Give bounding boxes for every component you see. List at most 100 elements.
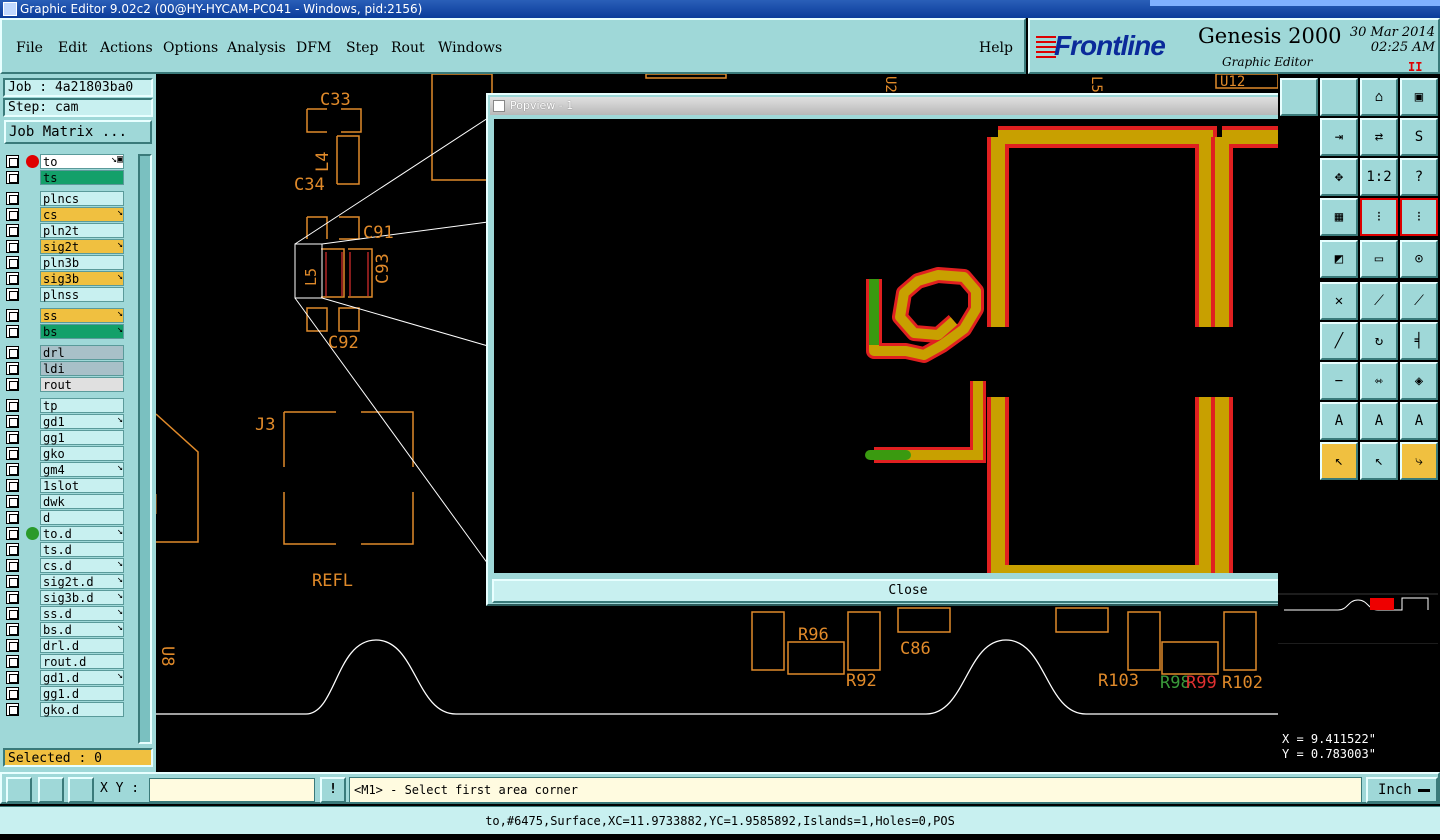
- layer-checkbox[interactable]: [6, 511, 19, 524]
- layer-checkbox[interactable]: [6, 463, 19, 476]
- popview-window[interactable]: Popview - 1 ✕ C: [486, 93, 1329, 606]
- popview-canvas[interactable]: [494, 119, 1290, 573]
- layer-row[interactable]: pln3b: [4, 255, 126, 270]
- layer-checkbox[interactable]: [6, 607, 19, 620]
- layer-row[interactable]: gd1 ↘: [4, 414, 126, 429]
- layer-checkbox[interactable]: [6, 623, 19, 636]
- menu-dfm[interactable]: DFM: [296, 40, 331, 56]
- menu-analysis[interactable]: Analysis: [227, 40, 286, 56]
- shapes-icon[interactable]: ◈: [1400, 362, 1438, 400]
- layer-row[interactable]: plncs: [4, 191, 126, 206]
- layer-name[interactable]: drl: [40, 345, 124, 360]
- layer-checkbox[interactable]: [6, 639, 19, 652]
- layer-checkbox[interactable]: [6, 378, 19, 391]
- layer-row[interactable]: sig2t ↘: [4, 239, 126, 254]
- layer-row[interactable]: dwk: [4, 494, 126, 509]
- overview-map[interactable]: [1278, 554, 1440, 644]
- menu-help[interactable]: Help: [979, 40, 1013, 56]
- layer-name[interactable]: gd1: [40, 414, 124, 429]
- layer-name[interactable]: dwk: [40, 494, 124, 509]
- snap-grid-icon[interactable]: [68, 777, 94, 803]
- layer-checkbox[interactable]: [6, 687, 19, 700]
- rotate-icon[interactable]: ↻: [1360, 322, 1398, 360]
- layer-name[interactable]: rout.d: [40, 654, 124, 669]
- layer-checkbox[interactable]: [6, 171, 19, 184]
- layer-row[interactable]: pln2t: [4, 223, 126, 238]
- layer-name[interactable]: pln2t: [40, 223, 124, 238]
- layer-name[interactable]: gko.d: [40, 702, 124, 717]
- layer-checkbox[interactable]: [6, 575, 19, 588]
- grid-icon[interactable]: ▦: [1320, 198, 1358, 236]
- layer-row[interactable]: rout.d: [4, 654, 126, 669]
- layer-checkbox[interactable]: [6, 288, 19, 301]
- layer-name[interactable]: gg1.d: [40, 686, 124, 701]
- layer-name[interactable]: pln3b: [40, 255, 124, 270]
- layer-row[interactable]: d: [4, 510, 126, 525]
- layer-name[interactable]: ts.d: [40, 542, 124, 557]
- layer-row[interactable]: drl: [4, 345, 126, 360]
- layer-name[interactable]: ldi: [40, 361, 124, 376]
- tool-layer-icon[interactable]: [1280, 78, 1318, 116]
- layer-checkbox[interactable]: [6, 415, 19, 428]
- layer-checkbox[interactable]: [6, 208, 19, 221]
- zoom-ratio-button[interactable]: 1:2: [1360, 158, 1398, 196]
- layer-name[interactable]: drl.d: [40, 638, 124, 653]
- help-icon[interactable]: ?: [1400, 158, 1438, 196]
- layer-row[interactable]: to.d ↘: [4, 526, 126, 541]
- layer-row[interactable]: sig2t.d ↘: [4, 574, 126, 589]
- menu-step[interactable]: Step: [346, 40, 378, 56]
- layer-name[interactable]: to.d: [40, 526, 124, 541]
- layer-checkbox[interactable]: [6, 256, 19, 269]
- ruler-icon[interactable]: ▭: [1360, 240, 1398, 278]
- layer-row[interactable]: bs ↘: [4, 324, 126, 339]
- layer-row[interactable]: ss.d ↘: [4, 606, 126, 621]
- layer-checkbox[interactable]: [6, 399, 19, 412]
- layer-checkbox[interactable]: [6, 543, 19, 556]
- layer-name[interactable]: plncs: [40, 191, 124, 206]
- text-a3-icon[interactable]: A: [1400, 402, 1438, 440]
- menu-rout[interactable]: Rout: [391, 40, 425, 56]
- layer-row[interactable]: ss ↘: [4, 308, 126, 323]
- layer-checkbox[interactable]: [6, 240, 19, 253]
- layer-name[interactable]: ss: [40, 308, 124, 323]
- layer-name[interactable]: gko: [40, 446, 124, 461]
- layer-row[interactable]: gko: [4, 446, 126, 461]
- layer-checkbox[interactable]: [6, 703, 19, 716]
- layer-row[interactable]: rout: [4, 377, 126, 392]
- tool-center-icon[interactable]: ✥: [1320, 158, 1358, 196]
- tool-s-icon[interactable]: S: [1400, 118, 1438, 156]
- window-icon[interactable]: ▣: [1400, 78, 1438, 116]
- layer-checkbox[interactable]: [6, 155, 19, 168]
- layer-row[interactable]: cs ↘: [4, 207, 126, 222]
- layer-name[interactable]: sig2t: [40, 239, 124, 254]
- unit-select[interactable]: Inch: [1366, 777, 1438, 803]
- layer-list-scrollbar[interactable]: [138, 154, 152, 744]
- layer-row[interactable]: ts.d: [4, 542, 126, 557]
- layer-checkbox[interactable]: [6, 224, 19, 237]
- layer-name[interactable]: gd1.d: [40, 670, 124, 685]
- layer-row[interactable]: to ↘▣: [4, 154, 126, 169]
- pause-icon[interactable]: II: [1408, 60, 1422, 74]
- layer-checkbox[interactable]: [6, 671, 19, 684]
- layer-row[interactable]: gd1.d ↘: [4, 670, 126, 685]
- layer-name[interactable]: tp: [40, 398, 124, 413]
- layer-name[interactable]: sig3b.d: [40, 590, 124, 605]
- menu-options[interactable]: Options: [163, 40, 218, 56]
- layer-name[interactable]: gm4: [40, 462, 124, 477]
- layer-row[interactable]: gm4 ↘: [4, 462, 126, 477]
- pointer-box-icon[interactable]: ↖: [1320, 442, 1358, 480]
- layer-row[interactable]: tp: [4, 398, 126, 413]
- layer-name[interactable]: plnss: [40, 287, 124, 302]
- minus-icon[interactable]: −: [1320, 362, 1358, 400]
- layer-checkbox[interactable]: [6, 272, 19, 285]
- layer-name[interactable]: bs: [40, 324, 124, 339]
- layer-row[interactable]: plnss: [4, 287, 126, 302]
- menu-edit[interactable]: Edit: [58, 40, 87, 56]
- line-icon[interactable]: ╱: [1320, 322, 1358, 360]
- layer-checkbox[interactable]: [6, 527, 19, 540]
- layer-name[interactable]: rout: [40, 377, 124, 392]
- draw-icon[interactable]: ◩: [1320, 240, 1358, 278]
- route-icon[interactable]: ⤷: [1400, 442, 1438, 480]
- layer-name[interactable]: sig3b: [40, 271, 124, 286]
- layer-checkbox[interactable]: [6, 559, 19, 572]
